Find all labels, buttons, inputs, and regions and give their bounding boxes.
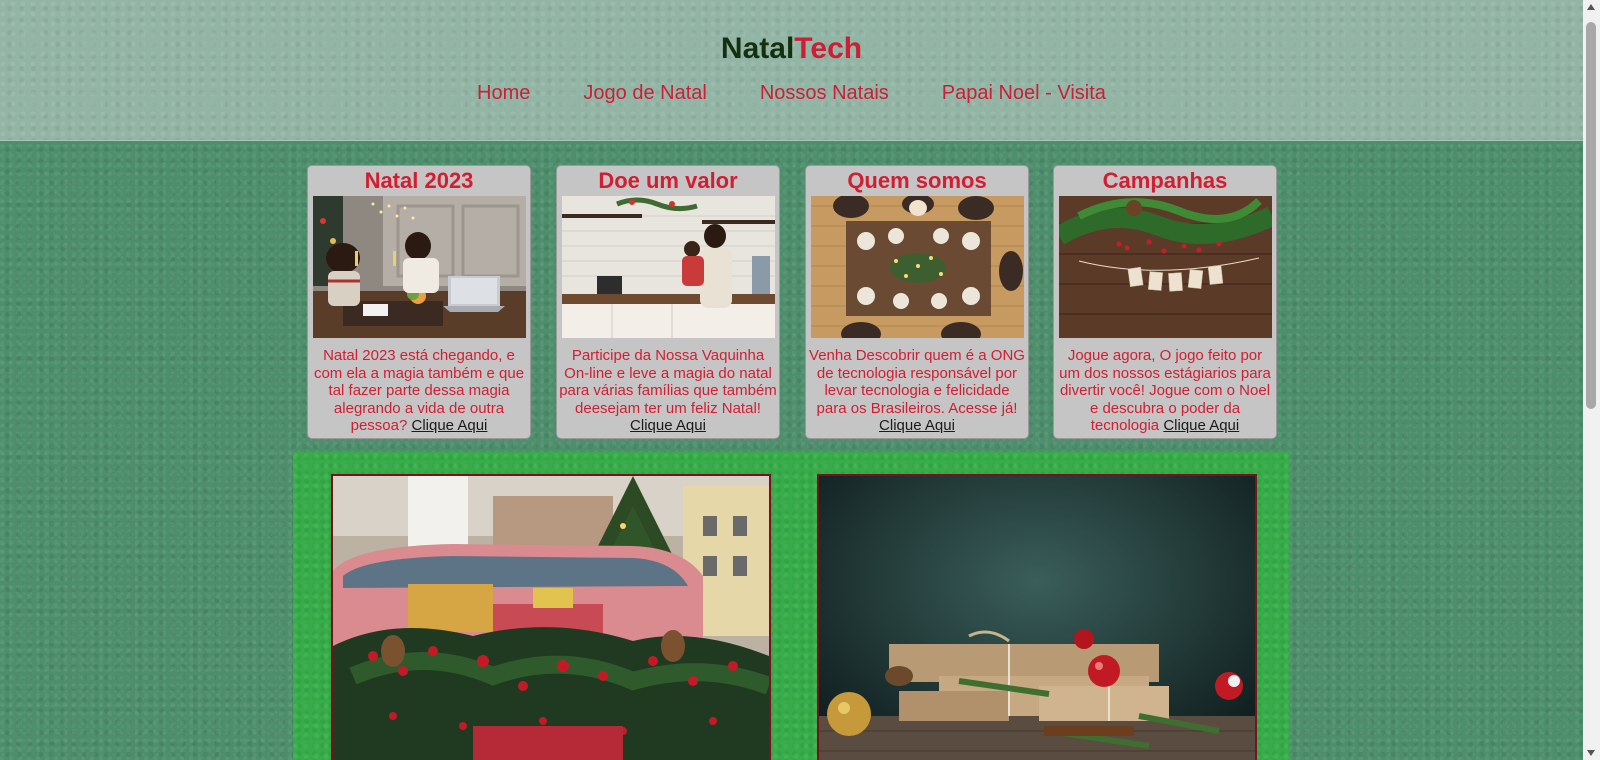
page: NatalTech Home Jogo de Natal Nossos Nata… bbox=[0, 0, 1583, 760]
card-quem-somos: Quem somos Venha Descobrir quem é a ONG … bbox=[805, 165, 1029, 439]
card-doe-um-valor: Doe um valor Participe da Nossa Vaquinha… bbox=[556, 165, 780, 439]
nav-home[interactable]: Home bbox=[477, 82, 530, 105]
nav-papai-noel-visita[interactable]: Papai Noel - Visita bbox=[942, 82, 1106, 105]
gifts-table-photo bbox=[817, 474, 1257, 760]
scroll-down-arrow-icon[interactable] bbox=[1587, 750, 1595, 756]
card-link-clique-aqui[interactable]: Clique Aqui bbox=[412, 417, 488, 434]
card-description: Participe da Nossa Vaquinha On-line e le… bbox=[559, 347, 777, 417]
main-nav: Home Jogo de Natal Nossos Natais Papai N… bbox=[0, 82, 1583, 105]
card-title: Doe um valor bbox=[598, 168, 738, 193]
card-title: Quem somos bbox=[847, 168, 987, 193]
card-link-clique-aqui[interactable]: Clique Aqui bbox=[1163, 417, 1239, 434]
scroll-up-arrow-icon[interactable] bbox=[1587, 4, 1595, 10]
card-campanhas: Campanhas Jogue agora, O jogo feito por … bbox=[1053, 165, 1277, 439]
kitchen-family-photo bbox=[562, 196, 775, 338]
christmas-car-photo bbox=[331, 474, 771, 760]
site-header: NatalTech Home Jogo de Natal Nossos Nata… bbox=[0, 0, 1583, 141]
card-text: Natal 2023 está chegando, e com ela a ma… bbox=[310, 347, 528, 435]
card-title: Campanhas bbox=[1102, 168, 1228, 193]
site-logo[interactable]: NatalTech bbox=[0, 32, 1583, 66]
dinner-table-photo bbox=[811, 196, 1024, 338]
family-dinner-photo bbox=[313, 196, 526, 338]
gallery-section bbox=[293, 452, 1290, 760]
nav-nossos-natais[interactable]: Nossos Natais bbox=[760, 82, 889, 105]
card-title: Natal 2023 bbox=[364, 168, 474, 193]
card-link-clique-aqui[interactable]: Clique Aqui bbox=[630, 417, 706, 434]
card-description: Venha Descobrir quem é a ONG de tecnolog… bbox=[809, 347, 1025, 417]
nav-jogo-de-natal[interactable]: Jogo de Natal bbox=[583, 82, 706, 105]
card-text: Venha Descobrir quem é a ONG de tecnolog… bbox=[808, 347, 1026, 435]
brand-part-natal: Natal bbox=[720, 32, 795, 65]
merry-garland-photo bbox=[1059, 196, 1272, 338]
card-text: Jogue agora, O jogo feito por um dos nos… bbox=[1056, 347, 1274, 435]
card-link-clique-aqui[interactable]: Clique Aqui bbox=[879, 417, 955, 434]
scrollbar-thumb[interactable] bbox=[1586, 22, 1596, 409]
brand-part-tech: Tech bbox=[794, 32, 863, 65]
card-natal-2023: Natal 2023 Natal 2023 está chegando, e c… bbox=[307, 165, 531, 439]
card-text: Participe da Nossa Vaquinha On-line e le… bbox=[559, 347, 777, 435]
vertical-scrollbar[interactable] bbox=[1583, 0, 1600, 760]
